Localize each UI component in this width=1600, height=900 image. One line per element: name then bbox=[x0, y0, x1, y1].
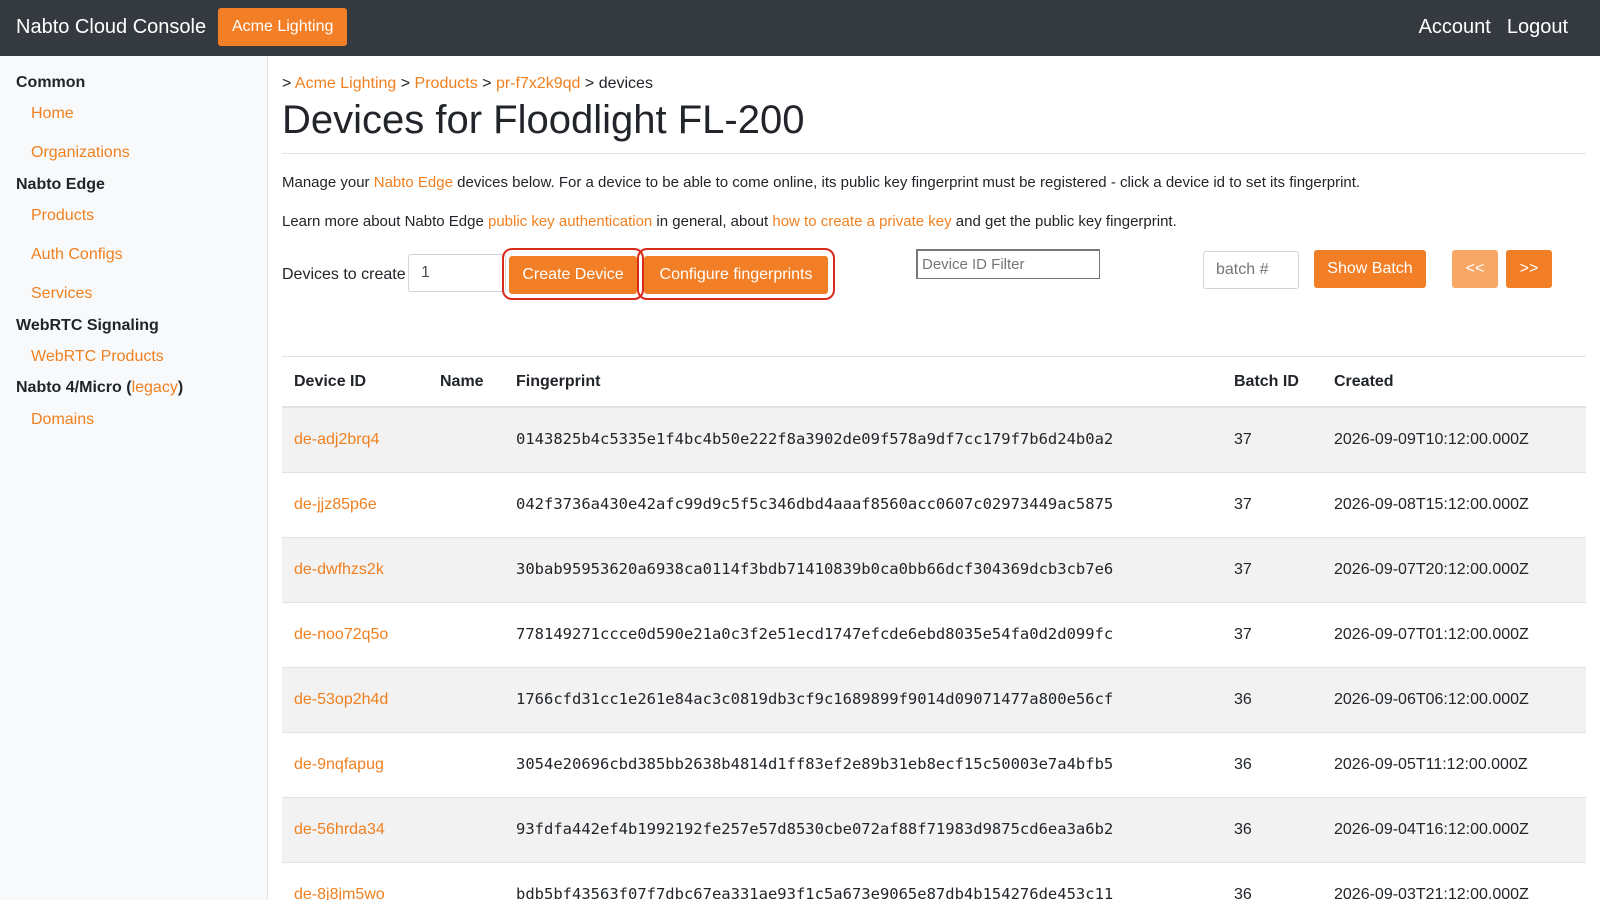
page-title: Devices for Floodlight FL-200 bbox=[282, 98, 805, 142]
breadcrumb-current: devices bbox=[598, 75, 653, 92]
sidebar: Common Home Organizations Nabto Edge Pro… bbox=[0, 56, 268, 900]
breadcrumb: > Acme Lighting > Products > pr-f7x2k9qd… bbox=[282, 75, 653, 92]
fingerprint-cell: 30bab95953620a6938ca0114f3bdb71410839b0c… bbox=[516, 560, 1114, 578]
header-device-id: Device ID bbox=[282, 357, 428, 408]
title-divider bbox=[282, 153, 1586, 154]
header-batch-id: Batch ID bbox=[1222, 357, 1322, 408]
device-id-link[interactable]: de-53op2h4d bbox=[294, 691, 388, 708]
header-fingerprint: Fingerprint bbox=[504, 357, 1222, 408]
device-id-link[interactable]: de-adj2brq4 bbox=[294, 431, 379, 448]
sidebar-heading-legacy: Nabto 4/Micro (legacy) bbox=[16, 379, 184, 396]
table-row: de-noo72q5o 778149271ccce0d590e21a0c3f2e5… bbox=[282, 601, 1586, 667]
next-page-button[interactable]: >> bbox=[1506, 250, 1552, 288]
batch-number-input[interactable] bbox=[1203, 251, 1299, 289]
devices-to-create-label: Devices to create bbox=[282, 266, 406, 283]
batch-id-cell: 37 bbox=[1234, 430, 1252, 448]
batch-id-cell: 36 bbox=[1234, 755, 1252, 773]
show-batch-button[interactable]: Show Batch bbox=[1314, 250, 1426, 288]
devices-table: Device ID Name Fingerprint Batch ID Crea… bbox=[282, 357, 1586, 900]
nabto-edge-link[interactable]: Nabto Edge bbox=[374, 174, 453, 191]
legacy-link[interactable]: legacy bbox=[132, 379, 178, 396]
intro-paragraph: Manage your Nabto Edge devices below. Fo… bbox=[282, 174, 1361, 191]
sidebar-heading-webrtc: WebRTC Signaling bbox=[16, 317, 159, 334]
batch-id-cell: 37 bbox=[1234, 625, 1252, 643]
sidebar-heading-legacy-label: Nabto 4/Micro bbox=[16, 379, 122, 396]
device-id-link[interactable]: de-56hrda34 bbox=[294, 821, 385, 838]
device-id-link[interactable]: de-8j8jm5wo bbox=[294, 886, 385, 900]
device-id-filter-input[interactable] bbox=[916, 249, 1100, 279]
created-cell: 2026-09-05T11:12:00.000Z bbox=[1334, 755, 1528, 773]
private-key-link[interactable]: how to create a private key bbox=[772, 213, 951, 230]
table-header-row: Device ID Name Fingerprint Batch ID Crea… bbox=[282, 357, 1586, 408]
sidebar-item-domains[interactable]: Domains bbox=[31, 411, 94, 429]
batch-id-cell: 37 bbox=[1234, 495, 1252, 513]
breadcrumb-products[interactable]: Products bbox=[415, 75, 478, 92]
breadcrumb-org[interactable]: Acme Lighting bbox=[295, 75, 396, 92]
previous-page-button[interactable]: << bbox=[1452, 250, 1498, 288]
fingerprint-cell: 042f3736a430e42afc99d9c5f5c346dbd4aaaf85… bbox=[516, 495, 1114, 513]
created-cell: 2026-09-09T10:12:00.000Z bbox=[1334, 430, 1529, 448]
fingerprint-cell: 1766cfd31cc1e261e84ac3c0819db3cf9c168989… bbox=[516, 690, 1114, 708]
learn-more-paragraph: Learn more about Nabto Edge public key a… bbox=[282, 213, 1177, 230]
batch-id-cell: 36 bbox=[1234, 690, 1252, 708]
account-link[interactable]: Account bbox=[1419, 16, 1491, 39]
fingerprint-cell: 93fdfa442ef4b1992192fe257e57d8530cbe072a… bbox=[516, 820, 1114, 838]
top-nav-links: Account Logout bbox=[1419, 16, 1568, 39]
sidebar-heading-common: Common bbox=[16, 74, 86, 91]
table-row: de-dwfhzs2k 30bab95953620a6938ca0114f3bdb… bbox=[282, 536, 1586, 602]
create-device-button[interactable]: Create Device bbox=[509, 256, 637, 294]
sidebar-item-products[interactable]: Products bbox=[31, 207, 94, 225]
fingerprint-cell: 778149271ccce0d590e21a0c3f2e51ecd1747efc… bbox=[516, 625, 1114, 643]
logout-link[interactable]: Logout bbox=[1507, 16, 1568, 39]
created-cell: 2026-09-04T16:12:00.000Z bbox=[1334, 820, 1529, 838]
breadcrumb-product-id[interactable]: pr-f7x2k9qd bbox=[496, 75, 581, 92]
public-key-auth-link[interactable]: public key authentication bbox=[488, 213, 652, 230]
sidebar-item-organizations[interactable]: Organizations bbox=[31, 144, 130, 162]
batch-id-cell: 37 bbox=[1234, 560, 1252, 578]
header-created: Created bbox=[1322, 357, 1586, 408]
created-cell: 2026-09-07T01:12:00.000Z bbox=[1334, 625, 1529, 643]
device-id-link[interactable]: de-jjz85p6e bbox=[294, 496, 377, 513]
org-selector-button[interactable]: Acme Lighting bbox=[218, 8, 348, 46]
created-cell: 2026-09-06T06:12:00.000Z bbox=[1334, 690, 1529, 708]
batch-id-cell: 36 bbox=[1234, 820, 1252, 838]
fingerprint-cell: 3054e20696cbd385bb2638b4814d1ff83ef2e89b… bbox=[516, 755, 1114, 773]
device-id-link[interactable]: de-dwfhzs2k bbox=[294, 561, 384, 578]
fingerprint-cell: bdb5bf43563f07f7dbc67ea331ae93f1c5a673e9… bbox=[516, 885, 1114, 900]
device-controls: Devices to create Create Device Configur… bbox=[282, 248, 1586, 300]
sidebar-item-home[interactable]: Home bbox=[31, 105, 74, 123]
table-row: de-adj2brq4 0143825b4c5335e1f4bc4b50e222f… bbox=[282, 406, 1586, 472]
table-row: de-53op2h4d 1766cfd31cc1e261e84ac3c0819db… bbox=[282, 666, 1586, 732]
header-name: Name bbox=[428, 357, 504, 408]
device-id-link[interactable]: de-9nqfapug bbox=[294, 756, 384, 773]
devices-table-body: de-adj2brq4 0143825b4c5335e1f4bc4b50e222f… bbox=[282, 406, 1586, 900]
created-cell: 2026-09-07T20:12:00.000Z bbox=[1334, 560, 1529, 578]
table-row: de-9nqfapug 3054e20696cbd385bb2638b4814d1… bbox=[282, 731, 1586, 797]
created-cell: 2026-09-03T21:12:00.000Z bbox=[1334, 885, 1529, 900]
table-row: de-jjz85p6e 042f3736a430e42afc99d9c5f5c34… bbox=[282, 471, 1586, 537]
sidebar-item-services[interactable]: Services bbox=[31, 285, 92, 303]
configure-fingerprints-button[interactable]: Configure fingerprints bbox=[644, 256, 828, 294]
device-id-link[interactable]: de-noo72q5o bbox=[294, 626, 388, 643]
sidebar-item-webrtc-products[interactable]: WebRTC Products bbox=[31, 348, 164, 366]
brand-title[interactable]: Nabto Cloud Console bbox=[16, 16, 206, 39]
table-row: de-8j8jm5wo bdb5bf43563f07f7dbc67ea331ae9… bbox=[282, 861, 1586, 900]
fingerprint-cell: 0143825b4c5335e1f4bc4b50e222f8a3902de09f… bbox=[516, 430, 1114, 449]
table-row: de-56hrda34 93fdfa442ef4b1992192fe257e57d… bbox=[282, 796, 1586, 862]
created-cell: 2026-09-08T15:12:00.000Z bbox=[1334, 495, 1529, 513]
sidebar-item-auth-configs[interactable]: Auth Configs bbox=[31, 246, 123, 264]
sidebar-heading-nabto-edge: Nabto Edge bbox=[16, 176, 105, 193]
batch-id-cell: 36 bbox=[1234, 885, 1252, 900]
devices-count-input[interactable] bbox=[408, 254, 506, 292]
top-navbar: Nabto Cloud Console Acme Lighting Accoun… bbox=[0, 0, 1600, 56]
